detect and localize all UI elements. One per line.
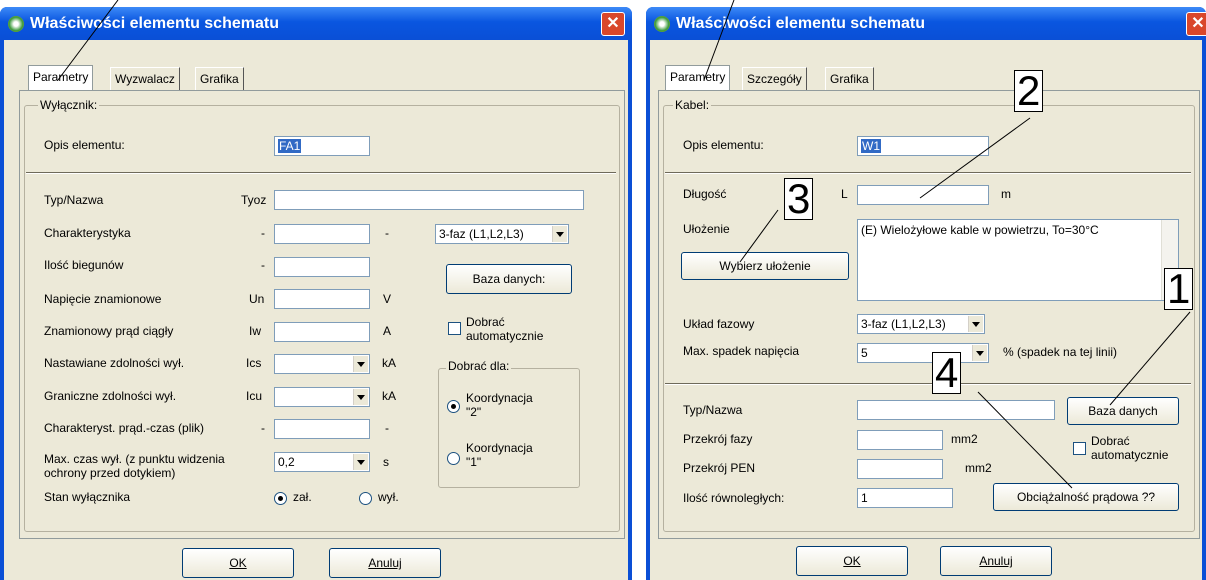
callout-line bbox=[739, 209, 779, 263]
callout-line bbox=[1109, 311, 1191, 406]
callout-number: 2 bbox=[1014, 70, 1044, 112]
callout-line bbox=[977, 391, 1073, 489]
callout-number: 3 bbox=[784, 178, 814, 220]
callout-line bbox=[57, 0, 119, 81]
callout-number: 1 bbox=[1164, 268, 1194, 310]
callout-line bbox=[919, 117, 1031, 199]
callout-number: 4 bbox=[932, 352, 962, 394]
callout-line bbox=[703, 0, 735, 81]
